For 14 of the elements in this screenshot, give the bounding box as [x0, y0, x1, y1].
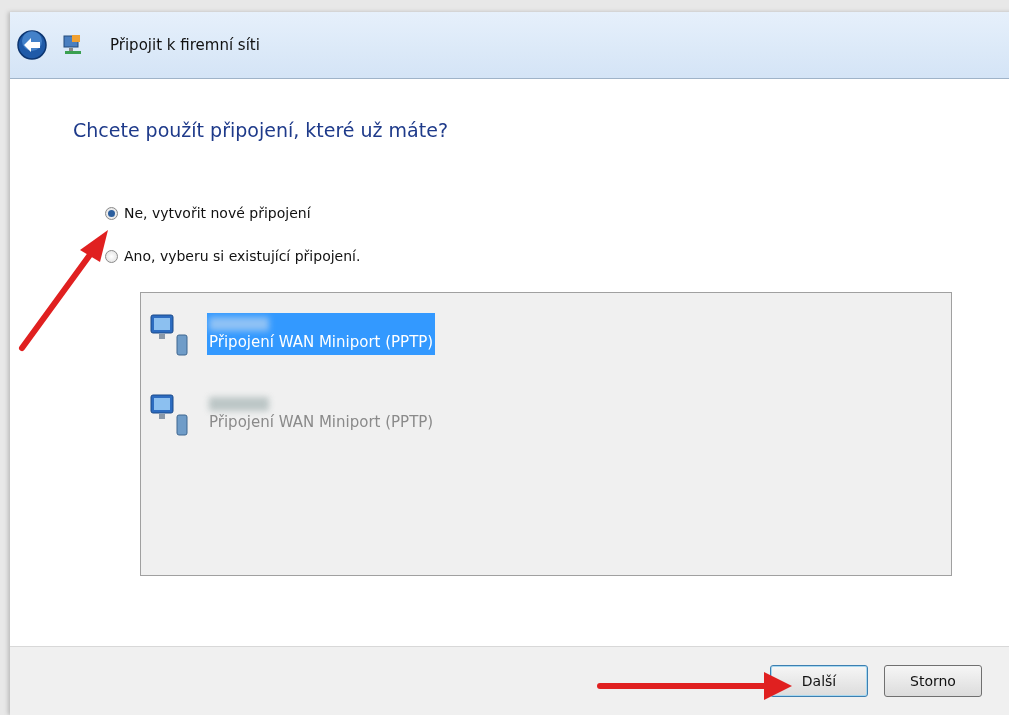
radio-button[interactable] — [105, 249, 118, 263]
cancel-button[interactable]: Storno — [884, 665, 982, 697]
network-computer-icon — [149, 311, 189, 357]
network-computer-icon — [62, 34, 84, 56]
option-label: Ne, vytvořit nové připojení — [124, 205, 311, 221]
blurred-text — [209, 397, 269, 411]
blurred-text — [209, 317, 269, 331]
radio-button[interactable] — [105, 206, 118, 220]
back-button[interactable] — [16, 29, 48, 61]
network-computer-icon — [149, 391, 189, 437]
window-title: Připojit k firemní síti — [110, 36, 260, 54]
page-heading: Chcete použít připojení, které už máte? — [73, 119, 449, 141]
next-button[interactable]: Další — [770, 665, 868, 697]
option-label: Ano, vyberu si existující připojení. — [124, 248, 361, 264]
